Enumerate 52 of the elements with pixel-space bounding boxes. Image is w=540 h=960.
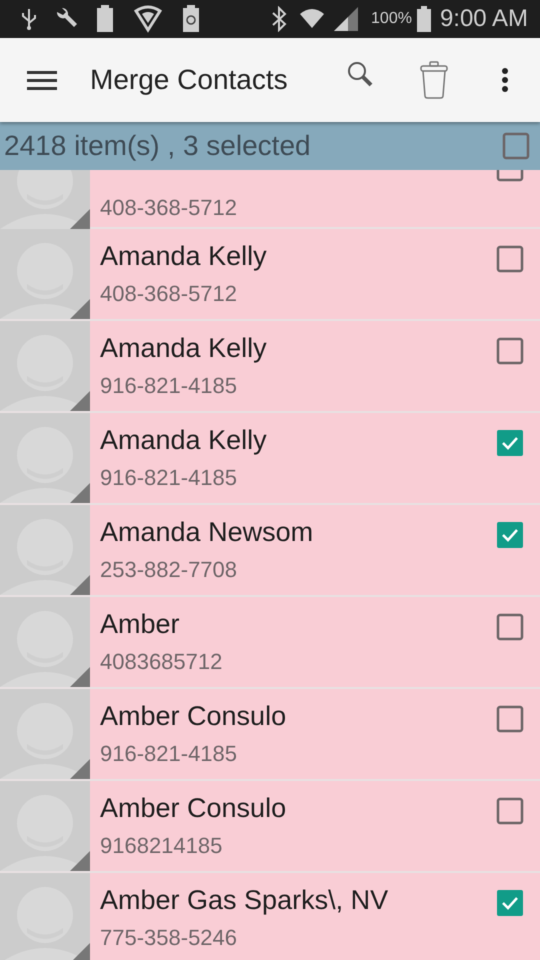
contact-phone: 4083685712 xyxy=(100,648,224,676)
contact-row[interactable]: Amber Consulo 916-821-4185 xyxy=(0,689,540,781)
battery-percent: 100% xyxy=(371,9,412,29)
checkbox[interactable] xyxy=(496,797,524,825)
contact-row[interactable]: Amanda Newsom 253-882-7708 xyxy=(0,505,540,597)
contact-row[interactable]: Amanda Kelly 408-368-5712 xyxy=(0,229,540,321)
contact-name: Amber xyxy=(100,608,181,641)
contact-name: Amanda Newsom xyxy=(100,516,314,549)
menu-icon xyxy=(27,69,57,91)
checkbox[interactable] xyxy=(496,705,524,733)
usb-icon xyxy=(20,7,38,31)
screen-title: Merge Contacts xyxy=(90,63,288,97)
battery-icon xyxy=(416,6,432,32)
contact-phone: 916-821-4185 xyxy=(100,464,238,492)
bluetooth-icon xyxy=(271,6,288,32)
delete-button[interactable] xyxy=(418,60,450,100)
clock-time: 9:00 AM xyxy=(440,4,528,34)
checkbox[interactable] xyxy=(496,521,524,549)
selection-summary: 2418 item(s) , 3 selected xyxy=(4,129,311,163)
more-options-icon xyxy=(501,67,509,93)
contact-phone: 916-821-4185 xyxy=(100,372,238,400)
contact-phone: 9168214185 xyxy=(100,832,224,860)
checkbox[interactable] xyxy=(496,889,524,917)
contact-row[interactable]: 408-368-5712 xyxy=(0,170,540,229)
checkbox[interactable] xyxy=(496,613,524,641)
contact-row[interactable]: Amber 4083685712 xyxy=(0,597,540,689)
search-icon xyxy=(346,60,374,88)
contact-phone: 253-882-7708 xyxy=(100,556,238,584)
contact-name: Amanda Kelly xyxy=(100,240,268,273)
contact-row[interactable]: Amanda Kelly 916-821-4185 xyxy=(0,321,540,413)
contact-name: Amanda Kelly xyxy=(100,424,268,457)
contact-row[interactable]: Amber Consulo 9168214185 xyxy=(0,781,540,873)
checkbox[interactable] xyxy=(496,337,524,365)
recycle-battery-icon xyxy=(182,5,200,33)
checkbox[interactable] xyxy=(496,170,524,182)
trash-icon xyxy=(420,61,448,99)
contact-phone: 775-358-5246 xyxy=(100,924,238,952)
contact-name: Amber Gas Sparks\, NV xyxy=(100,884,390,917)
contact-row[interactable]: Amanda Kelly 916-821-4185 xyxy=(0,413,540,505)
battery-icon xyxy=(96,5,114,33)
contact-name: Amanda Kelly xyxy=(100,332,268,365)
more-options-button[interactable] xyxy=(500,65,510,95)
contact-name: Amber Consulo xyxy=(100,792,288,825)
checkbox[interactable] xyxy=(502,132,530,160)
contact-phone: 916-821-4185 xyxy=(100,740,238,768)
contact-name: Amber Consulo xyxy=(100,700,288,733)
checkbox[interactable] xyxy=(496,429,524,457)
signal-icon xyxy=(333,6,360,32)
shield-wifi-icon xyxy=(134,5,162,33)
contact-phone: 408-368-5712 xyxy=(100,280,238,308)
checkbox[interactable] xyxy=(496,245,524,273)
contact-phone: 408-368-5712 xyxy=(100,194,238,222)
